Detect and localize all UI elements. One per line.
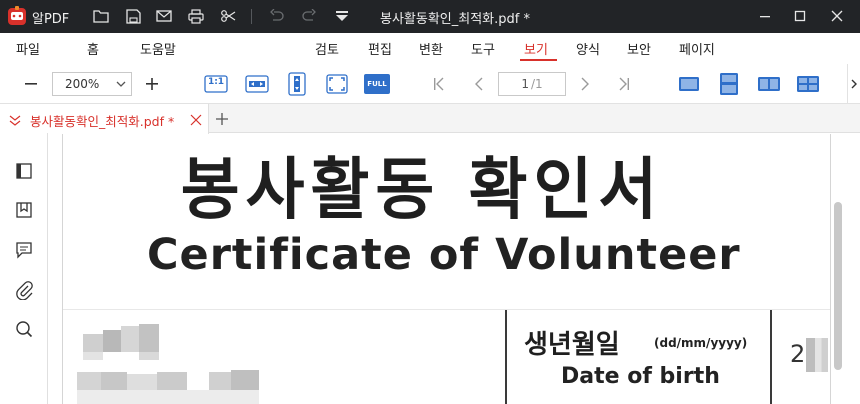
menu-item-form[interactable]: 양식 — [576, 39, 600, 58]
document-tab-bar: 봉사활동확인_최적화.pdf * — [0, 104, 860, 134]
next-page-icon[interactable] — [576, 75, 594, 93]
document-viewport[interactable]: 봉사활동 확인서 Certificate of Volunteer 생년월일 (… — [49, 134, 860, 404]
search-icon[interactable] — [14, 319, 34, 339]
dob-value: 2 — [790, 340, 806, 368]
bookmark-icon[interactable] — [14, 200, 34, 220]
view-toolbar: 200% 1:1 FULL 1 /1 — [0, 64, 860, 104]
vertical-scrollbar[interactable] — [834, 202, 842, 370]
tab-close-icon[interactable] — [189, 112, 203, 126]
app-name: 알PDF — [32, 12, 70, 27]
document-title: 봉사활동확인_최적화.pdf * — [380, 12, 530, 27]
minimize-icon[interactable] — [754, 6, 776, 26]
fullscreen-button[interactable]: FULL — [364, 74, 390, 94]
zoom-select[interactable]: 200% — [52, 72, 132, 96]
document-tab-label: 봉사활동확인_최적화.pdf * — [30, 114, 175, 129]
menu-bar: 파일 홈 도움말 검토 편집 변환 도구 보기 양식 보안 페이지 — [0, 33, 860, 64]
document-tab[interactable]: 봉사활동확인_최적화.pdf * — [0, 104, 209, 134]
table-column-divider — [770, 310, 772, 404]
fullscreen-label: FULL — [367, 80, 387, 88]
plus-icon[interactable] — [143, 75, 161, 93]
side-panel — [0, 133, 48, 404]
first-page-icon[interactable] — [430, 75, 448, 93]
menu-item-file[interactable]: 파일 — [16, 39, 40, 58]
menu-item-tools[interactable]: 도구 — [471, 39, 495, 58]
attachment-icon[interactable] — [14, 280, 34, 300]
single-page-icon[interactable] — [677, 74, 701, 94]
comment-icon[interactable] — [14, 240, 34, 260]
actual-size-button[interactable]: 1:1 — [204, 74, 228, 94]
tab-list-chevron-icon[interactable] — [8, 112, 22, 126]
new-tab-icon[interactable] — [214, 111, 230, 127]
title-bar: 알PDF 봉사활동확인_최적화.pdf * — [0, 0, 860, 33]
actual-size-label: 1:1 — [207, 77, 225, 87]
page-number-field[interactable]: 1 /1 — [498, 72, 566, 96]
maximize-icon[interactable] — [789, 6, 811, 26]
table-top-border — [63, 309, 830, 310]
certificate-title-english: Certificate of Volunteer — [147, 230, 741, 280]
two-page-icon[interactable] — [757, 74, 781, 94]
dob-format-hint: (dd/mm/yyyy) — [654, 336, 748, 350]
undo-icon[interactable] — [268, 7, 286, 25]
redacted-dob — [806, 338, 828, 372]
dob-label-english: Date of birth — [561, 364, 720, 389]
folder-icon[interactable] — [92, 7, 110, 25]
prev-page-icon[interactable] — [470, 75, 488, 93]
redo-icon[interactable] — [300, 7, 318, 25]
save-icon[interactable] — [124, 7, 142, 25]
mail-icon[interactable] — [155, 7, 173, 25]
active-menu-indicator — [520, 59, 557, 61]
table-column-divider — [505, 310, 507, 404]
menu-item-security[interactable]: 보안 — [627, 39, 651, 58]
fit-height-icon[interactable] — [287, 72, 307, 96]
menu-item-review[interactable]: 검토 — [315, 39, 339, 58]
print-icon[interactable] — [187, 7, 205, 25]
toolbar-overflow-icon[interactable] — [847, 64, 860, 104]
close-icon[interactable] — [826, 6, 848, 26]
app-logo-icon — [6, 5, 28, 27]
total-pages: /1 — [530, 77, 543, 91]
two-page-continuous-icon[interactable] — [796, 74, 820, 94]
menu-item-convert[interactable]: 변환 — [419, 39, 443, 58]
last-page-icon[interactable] — [615, 75, 633, 93]
scissors-icon[interactable] — [219, 7, 237, 25]
continuous-page-icon[interactable] — [718, 72, 740, 96]
page-left-edge — [62, 134, 63, 404]
quick-menu-icon[interactable] — [333, 7, 351, 25]
fit-width-icon[interactable] — [245, 74, 269, 94]
titlebar-separator — [251, 9, 252, 24]
fit-page-icon[interactable] — [325, 72, 349, 96]
current-page: 1 — [521, 77, 529, 91]
menu-item-page[interactable]: 페이지 — [679, 39, 715, 58]
certificate-title-korean: 봉사활동 확인서 — [180, 151, 664, 230]
zoom-value: 200% — [65, 77, 100, 91]
chevron-down-icon — [115, 78, 127, 90]
menu-item-view[interactable]: 보기 — [524, 39, 548, 58]
minus-icon[interactable] — [22, 75, 40, 93]
menu-item-help[interactable]: 도움말 — [140, 39, 176, 58]
menu-item-home[interactable]: 홈 — [87, 39, 99, 58]
dob-label-korean: 생년월일 — [524, 330, 620, 360]
panel-toggle-icon[interactable] — [14, 161, 34, 181]
menu-item-edit[interactable]: 편집 — [368, 39, 392, 58]
